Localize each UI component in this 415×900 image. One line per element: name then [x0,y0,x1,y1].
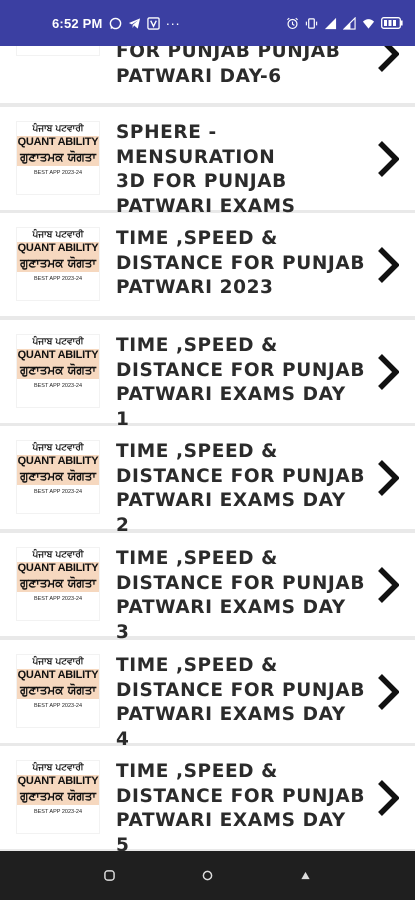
lesson-thumbnail: ਪੰਜਾਬ ਪਟਵਾਰੀ QUANT ABILITY ਗੁਣਾਤਮਕ ਯੋਗਤਾ… [16,440,100,514]
lesson-title: TIME ,SPEED & DISTANCE FOR PUNJAB PATWAR… [116,441,366,536]
thumb-best-app: BEST APP 2023-24 [33,276,83,282]
lesson-title: TIME ,SPEED & DISTANCE FOR PUNJAB PATWAR… [116,548,366,643]
lesson-title: TIME ,SPEED & DISTANCE FOR PUNJAB PATWAR… [116,655,366,750]
thumb-title-punjabi: ਪੰਜਾਬ ਪਟਵਾਰੀ [32,337,84,347]
battery-icon [381,17,403,29]
chevron-right-icon[interactable] [377,141,399,177]
lesson-row[interactable]: ਪੰਜਾਬ ਪਟਵਾਰੀ QUANT ABILITY ਗੁਣਾਤਮਕ ਯੋਗਤਾ… [0,746,415,856]
thumb-quant-ability: QUANT ABILITY [17,136,99,148]
thumb-quant-punjabi: ਗੁਣਾਤਮਕ ਯੋਗਤਾ [20,363,96,377]
thumb-quant-punjabi: ਗੁਣਾਤਮਕ ਯੋਗਤਾ [20,683,96,697]
thumb-quant-ability: QUANT ABILITY [17,349,99,361]
lesson-title: FOR PUNJAB PUNJAB PATWARI DAY-6 [116,41,341,87]
home-icon [202,870,213,881]
lesson-thumbnail: ਪੰਜਾਬ ਪਟਵਾਰੀ QUANT ABILITY ਗੁਣਾਤਮਕ ਯੋਗਤਾ… [16,760,100,834]
signal-icon [324,17,337,29]
thumb-best-app: BEST APP 2023-24 [33,489,83,495]
thumb-best-app: BEST APP 2023-24 [33,170,83,176]
status-right [286,16,403,30]
home-button[interactable] [195,864,219,888]
thumb-quant-punjabi: ਗੁਣਾਤਮਕ ਯੋਗਤਾ [20,789,96,803]
lesson-row[interactable]: ਪੰਜਾਬ ਪਟਵਾਰੀ QUANT ABILITY ਗੁਣਾਤਮਕ ਯੋਗਤਾ… [0,213,415,316]
thumb-band: QUANT ABILITY ਗੁਣਾਤਮਕ ਯੋਗਤਾ [17,455,99,485]
thumb-best-app: BEST APP 2023-24 [33,703,83,709]
lesson-title: SPHERE - MENSURATION 3D FOR PUNJAB PATWA… [116,122,296,217]
chevron-right-icon[interactable] [377,674,399,710]
more-notifications-icon: ··· [165,15,181,31]
thumb-quant-ability: QUANT ABILITY [17,669,99,681]
lesson-thumbnail: ਪੰਜਾਬ ਪਟਵਾਰੀ QUANT ABILITY ਗੁਣਾਤਮਕ ਯੋਗਤਾ… [16,121,100,195]
thumb-quant-ability: QUANT ABILITY [17,562,99,574]
status-bar: 6:52 PM ··· [0,0,415,46]
chevron-right-icon[interactable] [377,247,399,283]
back-icon [301,871,310,880]
status-time: 6:52 PM [52,15,103,31]
thumb-band: QUANT ABILITY ਗੁਣਾਤਮਕ ਯੋਗਤਾ [17,669,99,699]
thumb-best-app: BEST APP 2023-24 [33,809,83,815]
lesson-thumbnail: ਪੰਜਾਬ ਪਟਵਾਰੀ QUANT ABILITY ਗੁਣਾਤਮਕ ਯੋਗਤਾ… [16,654,100,728]
chevron-right-icon[interactable] [377,460,399,496]
thumb-band: QUANT ABILITY ਗੁਣਾਤਮਕ ਯੋਗਤਾ [17,775,99,805]
thumb-quant-ability: QUANT ABILITY [17,242,99,254]
navigation-bar [0,851,415,900]
recent-apps-icon [103,870,115,881]
thumb-band: QUANT ABILITY ਗੁਣਾਤਮਕ ਯੋਗਤਾ [17,349,99,379]
whatsapp-icon [109,17,121,29]
lesson-row[interactable]: ਪੰਜਾਬ ਪਟਵਾਰੀ QUANT ABILITY ਗੁਣਾਤਮਕ ਯੋਗਤਾ… [0,426,415,536]
thumb-quant-punjabi: ਗੁਣਾਤਮਕ ਯੋਗਤਾ [20,469,96,483]
thumb-title-punjabi: ਪੰਜਾਬ ਪਟਵਾਰੀ [32,124,84,134]
telegram-icon [128,17,140,29]
chevron-right-icon[interactable] [377,354,399,390]
back-button[interactable] [294,864,318,888]
lesson-thumbnail: ਪੰਜਾਬ ਪਟਵਾਰੀ QUANT ABILITY ਗੁਣਾਤਮਕ ਯੋਗਤਾ… [16,334,100,408]
chevron-right-icon[interactable] [377,567,399,603]
thumb-band: QUANT ABILITY ਗੁਣਾਤਮਕ ਯੋਗਤਾ [17,242,99,272]
thumb-title-punjabi: ਪੰਜਾਬ ਪਟਵਾਰੀ [32,657,84,667]
thumb-band: QUANT ABILITY ਗੁਣਾਤਮਕ ਯੋਗਤਾ [17,136,99,166]
thumb-quant-punjabi: ਗੁਣਾਤਮਕ ਯੋਗਤਾ [20,256,96,270]
lesson-title: TIME ,SPEED & DISTANCE FOR PUNJAB PATWAR… [116,228,366,298]
thumb-best-app: BEST APP 2023-24 [33,596,83,602]
vibrate-icon [305,17,318,29]
app-v-icon [146,16,160,30]
wifi-icon [362,18,375,29]
lesson-row[interactable]: ਪੰਜਾਬ ਪਟਵਾਰੀ QUANT ABILITY ਗੁਣਾਤਮਕ ਯੋਗਤਾ… [0,107,415,217]
chevron-right-icon[interactable] [377,780,399,816]
recent-apps-button[interactable] [97,864,121,888]
status-left: 6:52 PM ··· [52,16,180,31]
thumb-quant-punjabi: ਗੁਣਾਤਮਕ ਯੋਗਤਾ [20,576,96,590]
signal-icon-2 [343,16,356,30]
lesson-row[interactable]: ਪੰਜਾਬ ਪਟਵਾਰੀ QUANT ABILITY ਗੁਣਾਤਮਕ ਯੋਗਤਾ… [0,320,415,430]
alarm-icon [287,17,298,29]
thumb-title-punjabi: ਪੰਜਾਬ ਪਟਵਾਰੀ [32,443,84,453]
lesson-row[interactable]: ਪੰਜਾਬ ਪਟਵਾਰੀ QUANT ABILITY ਗੁਣਾਤਮਕ ਯੋਗਤਾ… [0,640,415,750]
thumb-quant-punjabi: ਗੁਣਾਤਮਕ ਯੋਗਤਾ [20,150,96,164]
thumb-title-punjabi: ਪੰਜਾਬ ਪਟਵਾਰੀ [32,550,84,560]
thumb-quant-ability: QUANT ABILITY [17,775,99,787]
lesson-row[interactable]: ਪੰਜਾਬ ਪਟਵਾਰੀ QUANT ABILITY ਗੁਣਾਤਮਕ ਯੋਗਤਾ… [0,533,415,643]
thumb-title-punjabi: ਪੰਜਾਬ ਪਟਵਾਰੀ [32,230,84,240]
thumb-band: QUANT ABILITY ਗੁਣਾਤਮਕ ਯੋਗਤਾ [17,562,99,592]
thumb-best-app: BEST APP 2023-24 [33,383,83,389]
lesson-title: TIME ,SPEED & DISTANCE FOR PUNJAB PATWAR… [116,335,366,430]
lesson-thumbnail: ਪੰਜਾਬ ਪਟਵਾਰੀ QUANT ABILITY ਗੁਣਾਤਮਕ ਯੋਗਤਾ… [16,547,100,621]
thumb-title-punjabi: ਪੰਜਾਬ ਪਟਵਾਰੀ [32,763,84,773]
lesson-title: TIME ,SPEED & DISTANCE FOR PUNJAB PATWAR… [116,761,366,856]
lesson-thumbnail: ਪੰਜਾਬ ਪਟਵਾਰੀ QUANT ABILITY ਗੁਣਾਤਮਕ ਯੋਗਤਾ… [16,227,100,301]
thumb-quant-ability: QUANT ABILITY [17,455,99,467]
